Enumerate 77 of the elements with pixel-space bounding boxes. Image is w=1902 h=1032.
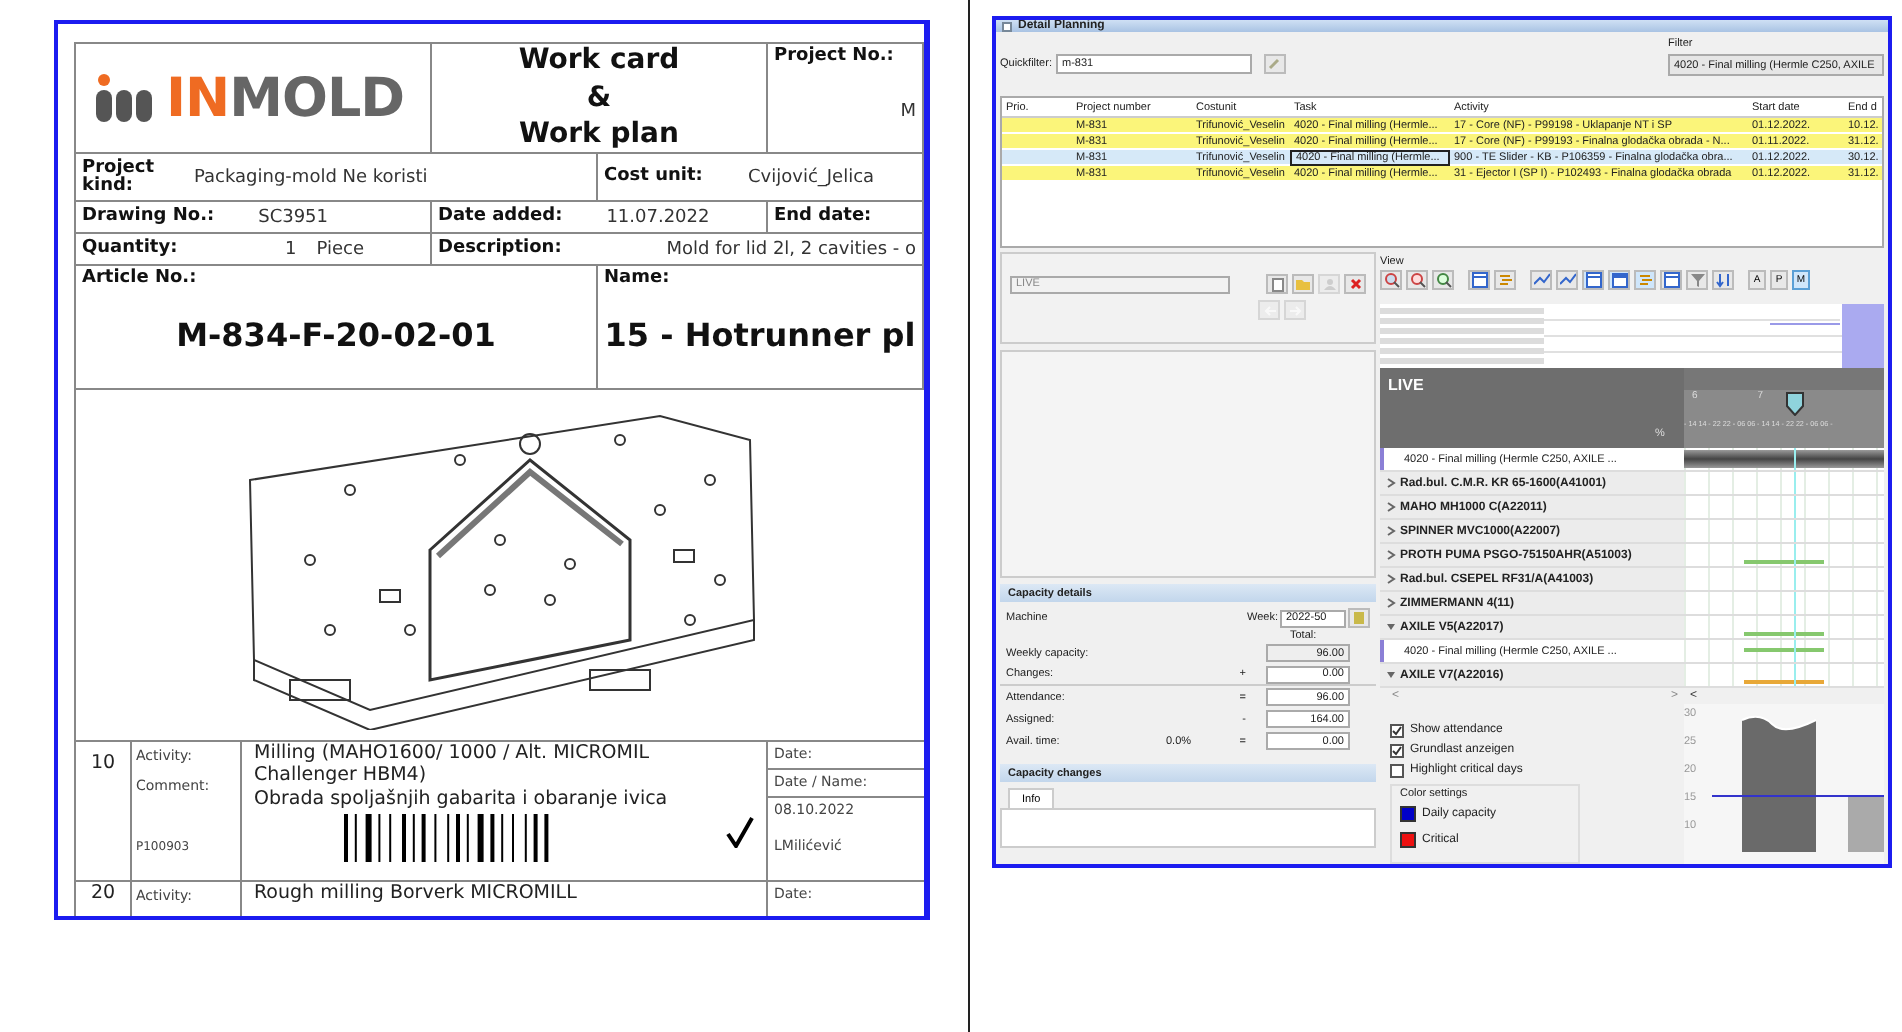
toolbar-button[interactable]	[1712, 270, 1734, 290]
left-arrow-icon	[1263, 305, 1275, 315]
field-value: Mold for lid 2l, 2 cavities - o	[664, 239, 916, 259]
window-icon	[1585, 272, 1601, 288]
zoom-out-icon	[1409, 272, 1425, 288]
toolbar-button[interactable]	[1556, 270, 1578, 290]
field-value: M	[898, 102, 916, 126]
field-value: Packaging-mold Ne koristi	[192, 167, 428, 187]
calendar-icon	[1354, 612, 1364, 624]
filter-icon	[1689, 272, 1705, 288]
toolbar-button[interactable]	[1582, 270, 1604, 290]
pencil-icon	[1268, 58, 1281, 70]
toolbar-button[interactable]	[1468, 270, 1490, 290]
field-value: 1	[283, 239, 297, 259]
window-icon	[1663, 272, 1679, 288]
operation-number: 20	[90, 884, 116, 906]
checkbox[interactable]	[1390, 723, 1404, 737]
field-label: Cost unit:	[604, 168, 705, 186]
sort-icon	[1715, 272, 1731, 288]
zoom-icon	[1435, 272, 1451, 288]
field-label: Drawing No.:	[82, 208, 215, 226]
field-value: M-834-F-20-02-01	[176, 316, 496, 354]
checkbox[interactable]	[1390, 743, 1404, 757]
time-marker-icon	[1786, 392, 1804, 416]
field-value: 15 - Hotrunner pl	[604, 316, 916, 354]
toolbar-button[interactable]	[1530, 270, 1552, 290]
field-label: Name:	[604, 270, 672, 288]
field-label: Quantity:	[82, 240, 178, 258]
color-swatch[interactable]	[1400, 831, 1416, 847]
expand-icon[interactable]	[1386, 598, 1396, 608]
operation-number: 10	[90, 754, 116, 776]
toolbar-button[interactable]	[1432, 270, 1454, 290]
gantt-title: LIVE	[1388, 376, 1424, 394]
checkbox[interactable]	[1390, 763, 1404, 777]
calendar-icon	[1611, 272, 1627, 288]
toolbar-button[interactable]	[1406, 270, 1428, 290]
field-label: Article No.:	[82, 270, 199, 288]
toolbar-button[interactable]	[1686, 270, 1708, 290]
expand-icon[interactable]	[1386, 478, 1396, 488]
bars-icon	[1497, 272, 1513, 288]
collapse-icon[interactable]	[1386, 622, 1396, 632]
field-value: Cvijović_Jelica	[746, 167, 875, 187]
toolbar-button[interactable]	[1660, 270, 1682, 290]
toolbar-button[interactable]	[1608, 270, 1630, 290]
document-title: Work plan	[517, 120, 681, 151]
expand-icon[interactable]	[1386, 526, 1396, 536]
expand-icon[interactable]	[1386, 502, 1396, 512]
delete-button[interactable]	[1344, 274, 1366, 294]
activity-text: Milling (MAHO1600/ 1000 / Alt. MICROMIL Challenger HBM4)	[254, 744, 652, 788]
window-icon	[1471, 272, 1487, 288]
expand-icon[interactable]	[1386, 574, 1396, 584]
document-title: Work card	[516, 45, 682, 76]
field-value: SC3951	[256, 207, 329, 227]
field-label: End date:	[774, 208, 872, 226]
field-label: Project No.:	[774, 48, 896, 66]
activity-text: Rough milling Borverk MICROMILL	[254, 884, 579, 906]
close-icon	[1349, 278, 1361, 290]
person-icon	[1323, 278, 1335, 290]
right-arrow-icon	[1289, 305, 1301, 315]
logo-icon	[94, 72, 154, 124]
document-title: &	[584, 83, 614, 113]
field-label: Project kind:	[82, 159, 157, 195]
document-icon	[1271, 277, 1283, 291]
field-value: Piece	[314, 239, 364, 259]
field-label: Description:	[438, 240, 562, 258]
logo-text: INMOLD	[166, 67, 405, 129]
folder-icon	[1296, 278, 1310, 290]
field-label: Date added:	[438, 208, 563, 226]
collapse-icon[interactable]	[1386, 670, 1396, 680]
zoom-in-icon	[1383, 272, 1399, 288]
field-value: 11.07.2022	[604, 207, 710, 227]
comment-text: Obrada spoljašnjih gabarita i obaranje ivica	[254, 789, 670, 812]
toolbar-button[interactable]	[1380, 270, 1402, 290]
new-button[interactable]	[1266, 274, 1288, 294]
bars-icon	[1637, 272, 1653, 288]
expand-icon[interactable]	[1386, 550, 1396, 560]
color-swatch[interactable]	[1400, 805, 1416, 821]
